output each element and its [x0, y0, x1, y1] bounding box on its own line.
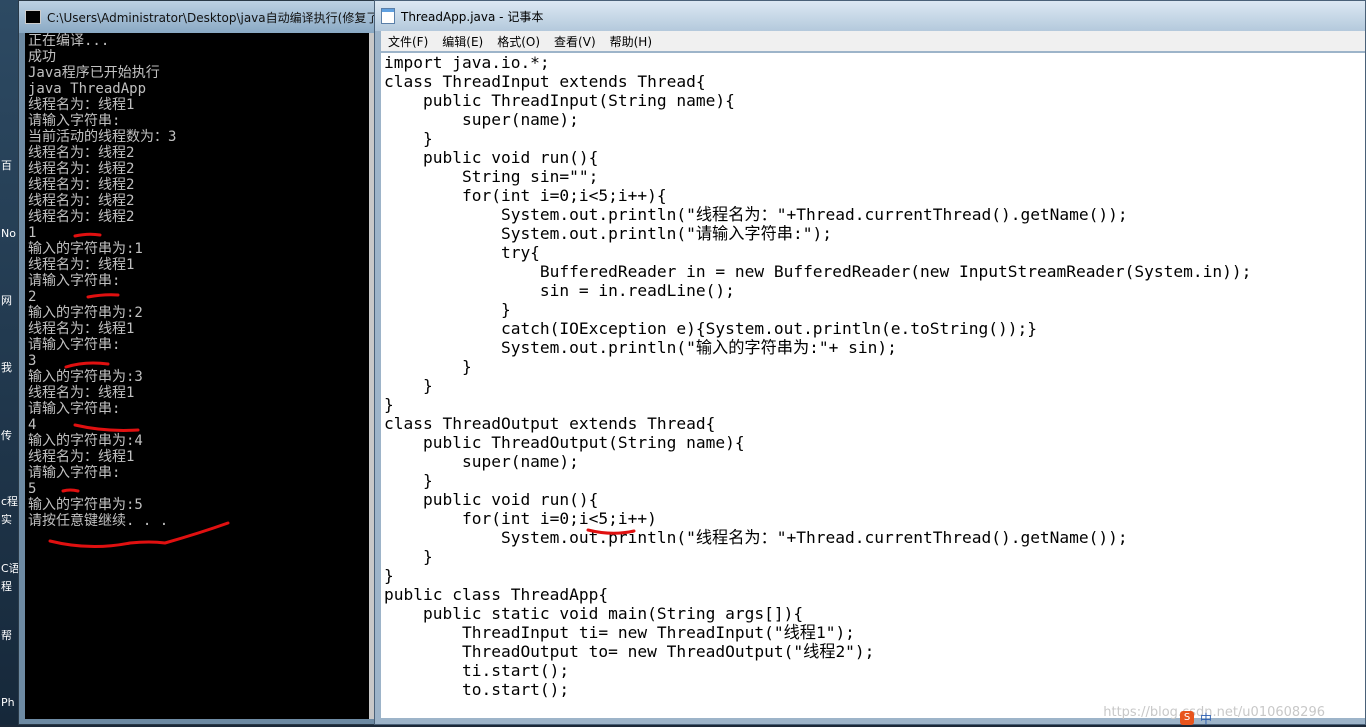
code-line: System.out.println("请输入字符串:"); — [384, 224, 832, 243]
code-line: public ThreadOutput(String name){ — [384, 433, 745, 452]
menu-format[interactable]: 格式(O) — [490, 33, 547, 50]
console-output: 正在编译... 成功 Java程序已开始执行 java ThreadApp 线程名为：线… — [25, 33, 369, 719]
menu-help[interactable]: 帮助(H) — [603, 33, 659, 50]
code-line: import java.io.*; — [384, 53, 550, 72]
code-line: } — [384, 547, 433, 566]
console-line: 请按任意键继续. . . — [28, 513, 169, 529]
console-app-icon — [25, 10, 41, 24]
console-line: 输入的字符串为:5 — [28, 497, 143, 513]
code-line: System.out.println("线程名为："+Thread.curren… — [384, 205, 1128, 224]
console-line: 请输入字符串: — [28, 401, 121, 417]
code-line: sin = in.readLine(); — [384, 281, 735, 300]
console-line: 2 — [28, 289, 37, 305]
code-line: super(name); — [384, 110, 579, 129]
code-line: } — [384, 566, 394, 585]
code-line: catch(IOException e){System.out.println(… — [384, 319, 1037, 338]
console-line: 4 — [28, 417, 37, 433]
notepad-titlebar[interactable]: ThreadApp.java - 记事本 — [375, 1, 1365, 31]
code-line: System.out.println("输入的字符串为:"+ sin); — [384, 338, 897, 357]
notepad-title: ThreadApp.java - 记事本 — [401, 9, 544, 24]
console-line: 线程名为：线程2 — [28, 193, 135, 209]
ime-indicator[interactable]: S 中 — [1180, 711, 1366, 726]
code-line: System.out.println("线程名为："+Thread.curren… — [384, 528, 1128, 547]
code-line: ThreadOutput to= new ThreadOutput("线程2")… — [384, 642, 875, 661]
console-line: Java程序已开始执行 — [28, 65, 160, 81]
console-line: 成功 — [28, 49, 56, 65]
console-window: C:\Users\Administrator\Desktop\java自动编译执… — [18, 0, 378, 725]
console-line: 线程名为：线程2 — [28, 161, 135, 177]
code-line: class ThreadOutput extends Thread{ — [384, 414, 716, 433]
console-line: 1 — [28, 225, 37, 241]
console-line: 线程名为：线程1 — [28, 321, 135, 337]
code-line: } — [384, 300, 511, 319]
notepad-icon — [381, 8, 395, 24]
code-line: try{ — [384, 243, 540, 262]
code-line: } — [384, 471, 433, 490]
code-line: } — [384, 129, 433, 148]
code-line: for(int i=0;i<5;i++){ — [384, 186, 667, 205]
code-line: public ThreadInput(String name){ — [384, 91, 735, 110]
code-line: public class ThreadApp{ — [384, 585, 609, 604]
console-line: 线程名为：线程2 — [28, 209, 135, 225]
code-line: for(int i=0;i<5;i++) — [384, 509, 657, 528]
console-line: 线程名为：线程1 — [28, 385, 135, 401]
console-line: 正在编译... — [28, 33, 110, 49]
console-line: 输入的字符串为:4 — [28, 433, 143, 449]
code-line: public static void main(String args[]){ — [384, 604, 804, 623]
code-line: } — [384, 376, 433, 395]
console-line: 3 — [28, 353, 37, 369]
console-line: 线程名为：线程2 — [28, 177, 135, 193]
code-line: ti.start(); — [384, 661, 570, 680]
console-line: 输入的字符串为:1 — [28, 241, 143, 257]
console-line: 请输入字符串: — [28, 113, 121, 129]
code-line: public void run(){ — [384, 148, 599, 167]
code-line: public void run(){ — [384, 490, 599, 509]
ime-logo: S — [1180, 711, 1194, 725]
console-titlebar[interactable]: C:\Users\Administrator\Desktop\java自动编译执… — [19, 1, 377, 33]
code-line: to.start(); — [384, 680, 570, 699]
console-line: 线程名为：线程1 — [28, 97, 135, 113]
console-line: 请输入字符串: — [28, 465, 121, 481]
console-line: 输入的字符串为:3 — [28, 369, 143, 385]
console-line: 线程名为：线程1 — [28, 449, 135, 465]
console-line: 输入的字符串为:2 — [28, 305, 143, 321]
console-line: java ThreadApp — [28, 81, 147, 97]
text-editor[interactable]: import java.io.*; class ThreadInput exten… — [381, 53, 1365, 718]
console-line: 请输入字符串: — [28, 337, 121, 353]
menu-bar: 文件(F) 编辑(E) 格式(O) 查看(V) 帮助(H) — [381, 31, 1365, 51]
console-line: 5 — [28, 481, 37, 497]
code-line: } — [384, 395, 394, 414]
code-line: super(name); — [384, 452, 579, 471]
menu-file[interactable]: 文件(F) — [381, 33, 435, 50]
code-line: class ThreadInput extends Thread{ — [384, 72, 706, 91]
code-line: BufferedReader in = new BufferedReader(n… — [384, 262, 1252, 281]
notepad-window: ThreadApp.java - 记事本 文件(F) 编辑(E) 格式(O) 查… — [374, 0, 1366, 725]
console-line: 线程名为：线程1 — [28, 257, 135, 273]
code-line: ThreadInput ti= new ThreadInput("线程1"); — [384, 623, 855, 642]
ime-label: 中 — [1200, 711, 1213, 726]
menu-edit[interactable]: 编辑(E) — [435, 33, 490, 50]
console-title: C:\Users\Administrator\Desktop\java自动编译执… — [47, 10, 377, 25]
console-line: 线程名为：线程2 — [28, 145, 135, 161]
code-line: } — [384, 357, 472, 376]
console-line: 请输入字符串: — [28, 273, 121, 289]
menu-view[interactable]: 查看(V) — [547, 33, 603, 50]
code-line: String sin=""; — [384, 167, 599, 186]
console-line: 当前活动的线程数为：3 — [28, 129, 177, 145]
